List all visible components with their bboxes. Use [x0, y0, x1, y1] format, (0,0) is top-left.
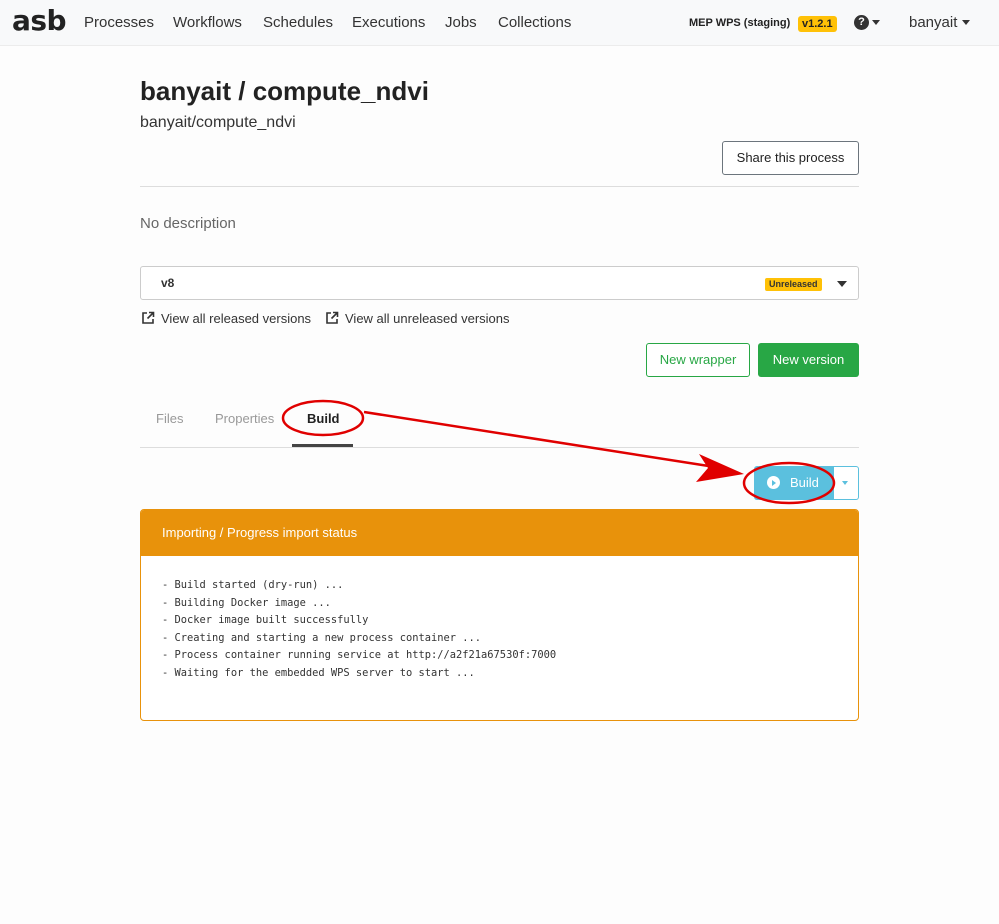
build-log: - Build started (dry-run) ... - Building…: [141, 556, 858, 682]
build-button[interactable]: Build: [754, 466, 834, 500]
question-circle-icon[interactable]: ?: [854, 15, 869, 30]
tab-files[interactable]: Files: [156, 411, 183, 426]
card-header: Importing / Progress import status: [141, 510, 858, 556]
version-badge: v1.2.1: [798, 16, 837, 32]
version-select-value: v8: [161, 276, 175, 290]
page-title: banyait / compute_ndvi: [140, 76, 429, 106]
user-name: banyait: [909, 14, 958, 31]
brand-logo[interactable]: asb: [12, 4, 67, 37]
import-progress-card: Importing / Progress import status - Bui…: [140, 509, 859, 721]
tabs-divider: [140, 447, 859, 448]
log-line: - Docker image built successfully: [162, 614, 369, 626]
play-circle-icon: [767, 476, 780, 489]
nav-jobs[interactable]: Jobs: [445, 14, 477, 31]
caret-down-icon: [842, 481, 848, 485]
log-line: - Waiting for the embedded WPS server to…: [162, 666, 475, 679]
new-version-button[interactable]: New version: [758, 343, 859, 377]
tab-build[interactable]: Build: [307, 411, 340, 426]
nav-collections[interactable]: Collections: [498, 14, 571, 31]
user-caret-icon: [962, 19, 971, 25]
view-unreleased-versions-label: View all unreleased versions: [345, 311, 510, 326]
external-link-icon: [142, 311, 155, 324]
tab-properties[interactable]: Properties: [215, 411, 274, 426]
log-line: - Process container running service at h…: [162, 649, 557, 661]
version-select[interactable]: v8 Unreleased: [140, 266, 859, 300]
build-options-dropdown-toggle[interactable]: [834, 466, 859, 500]
annotation-arrow-line: [363, 410, 716, 469]
annotation-overlay: [281, 399, 836, 505]
external-link-icon: [326, 311, 339, 324]
log-line: - Creating and starting a new process co…: [162, 631, 482, 644]
help-caret-icon[interactable]: [872, 20, 880, 25]
build-button-label: Build: [790, 475, 819, 490]
view-released-versions-label: View all released versions: [161, 311, 312, 326]
log-line: - Build started (dry-run) ...: [162, 579, 344, 591]
user-menu[interactable]: banyait: [909, 14, 971, 31]
share-process-button[interactable]: Share this process: [722, 141, 859, 175]
nav-workflows[interactable]: Workflows: [173, 14, 242, 31]
annotation-arrow-head: [696, 454, 744, 482]
view-released-versions-link[interactable]: View all released versions: [141, 311, 311, 326]
new-wrapper-button[interactable]: New wrapper: [646, 343, 750, 377]
unreleased-badge: Unreleased: [765, 278, 822, 291]
view-unreleased-versions-link[interactable]: View all unreleased versions: [325, 311, 510, 326]
nav-processes[interactable]: Processes: [84, 14, 154, 31]
page-subtitle: banyait/compute_ndvi: [140, 114, 296, 131]
chevron-down-icon: [837, 281, 847, 287]
environment-label: MEP WPS (staging): [689, 17, 791, 29]
process-description: No description: [140, 215, 236, 232]
nav-schedules[interactable]: Schedules: [263, 14, 333, 31]
nav-executions[interactable]: Executions: [352, 14, 425, 31]
navbar: asb Processes Workflows Schedules Execut…: [0, 0, 999, 46]
divider: [140, 186, 859, 187]
log-line: - Building Docker image ...: [162, 596, 331, 609]
